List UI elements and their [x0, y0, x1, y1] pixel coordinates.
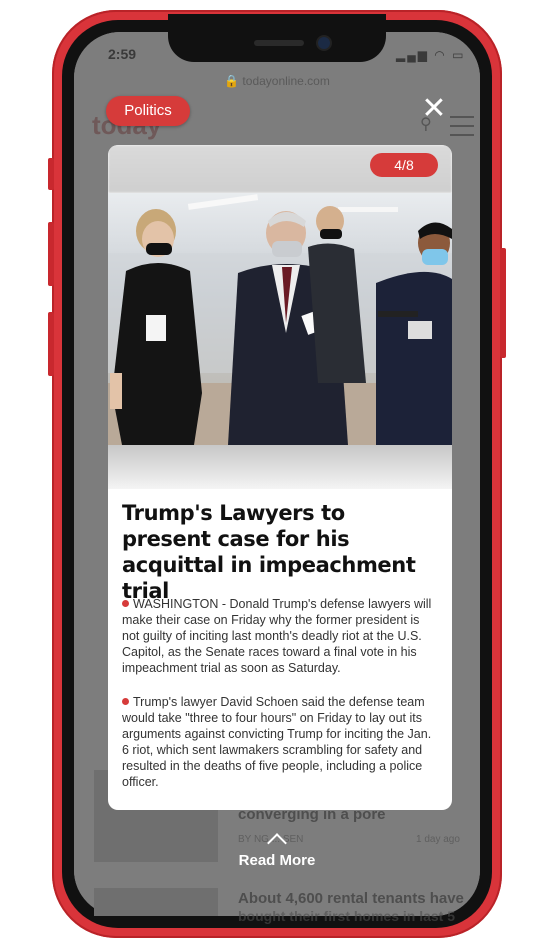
background-timestamp: 1 day ago — [416, 834, 460, 845]
category-badge[interactable]: Politics — [106, 96, 190, 126]
article-photo — [108, 193, 452, 445]
bullet-icon — [122, 698, 129, 705]
notch — [168, 14, 386, 62]
speaker-grille — [254, 40, 304, 46]
article-headline: Trump's Lawyers to present case for his … — [122, 501, 416, 603]
story-counter: 4/8 — [370, 153, 438, 177]
status-icons: ▂▄▆ ◠ ▭ — [396, 48, 466, 62]
background-headline: About 4,600 rental tenants have — [238, 890, 464, 907]
camera-icon — [318, 37, 330, 49]
menu-icon — [450, 116, 474, 136]
article-paragraph: Trump's lawyer David Schoen said the def… — [122, 694, 440, 790]
background-headline: bought their first homes in last 5 — [238, 908, 456, 924]
url-bar[interactable]: 🔒 todayonline.com — [0, 74, 554, 88]
article-paragraph-text: WASHINGTON - Donald Trump's defense lawy… — [122, 597, 432, 675]
status-time: 2:59 — [108, 46, 137, 62]
article-paragraph: WASHINGTON - Donald Trump's defense lawy… — [122, 596, 440, 676]
photo-blur-bottom — [108, 445, 452, 489]
background-article-image — [94, 888, 218, 916]
article-paragraph-text: Trump's lawyer David Schoen said the def… — [122, 695, 432, 789]
close-icon[interactable]: ✕ — [420, 94, 448, 124]
side-button — [48, 158, 54, 190]
read-more-button[interactable]: Read More — [0, 852, 554, 869]
side-button — [500, 248, 506, 358]
side-button — [48, 222, 54, 286]
bullet-icon — [122, 600, 129, 607]
side-button — [48, 312, 54, 376]
story-card[interactable]: 4/8 Trump's Lawyers to present case for … — [108, 145, 452, 810]
article-photo-illustration — [108, 194, 452, 445]
